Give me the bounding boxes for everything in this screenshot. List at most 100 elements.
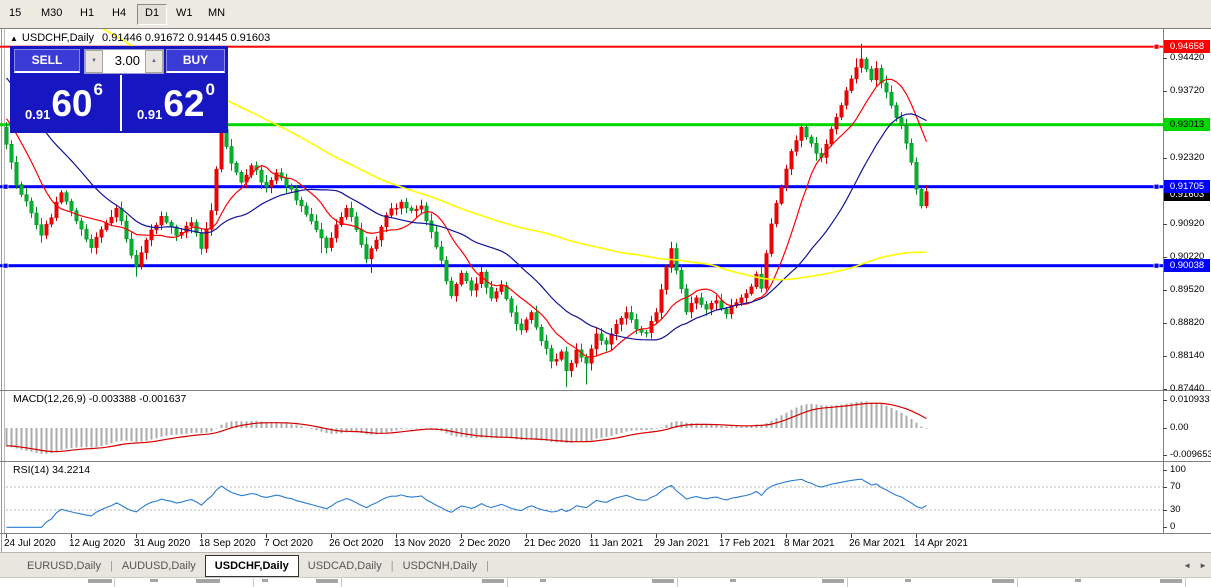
tab-audusd[interactable]: AUDUSD,Daily	[113, 557, 205, 576]
axis-tick	[1163, 455, 1167, 456]
price-axis[interactable]: 0.944200.937200.923200.909200.902200.895…	[1163, 28, 1211, 533]
rsi-axis-label: 100	[1170, 464, 1186, 475]
volume-down-icon[interactable]: ▼	[85, 50, 103, 73]
macd-label: MACD(12,26,9) -0.003388 -0.001637	[13, 393, 186, 405]
macd-axis-label: 0.00	[1170, 422, 1189, 433]
clipped-text-fragment	[482, 579, 504, 583]
axis-tick	[1163, 428, 1167, 429]
price-grid-label: 0.93720	[1170, 85, 1204, 96]
price-grid-label: 0.88140	[1170, 350, 1204, 361]
volume-up-icon[interactable]: ▲	[145, 50, 163, 73]
date-label: 21 Dec 2020	[524, 538, 581, 549]
column-separator	[847, 578, 848, 587]
axis-tick	[1163, 224, 1167, 225]
timeframe-button-15[interactable]: 15	[2, 4, 28, 23]
date-label: 17 Feb 2021	[719, 538, 775, 549]
chart-tabs: EURUSD,Daily|AUDUSD,DailyUSDCHF,DailyUSD…	[0, 552, 1211, 578]
tabs-scroll-left-icon[interactable]: ◄	[1183, 561, 1191, 570]
macd-axis-label: -0.009653	[1170, 449, 1211, 460]
clipped-text-fragment	[905, 579, 911, 582]
date-label: 31 Aug 2020	[134, 538, 190, 549]
axis-tick	[1163, 290, 1167, 291]
tab-usdcnh[interactable]: USDCNH,Daily	[394, 557, 487, 576]
column-separator	[253, 578, 254, 587]
date-label: 12 Aug 2020	[69, 538, 125, 549]
hline-price-label: 0.90038	[1164, 259, 1210, 272]
hline-price-label: 0.94658	[1164, 40, 1210, 53]
rsi-axis-label: 0	[1170, 521, 1175, 532]
volume-input[interactable]: 3.00	[103, 50, 145, 73]
timeframe-button-m30[interactable]: M30	[34, 4, 69, 23]
sell-button[interactable]: SELL	[14, 49, 80, 73]
axis-tick	[1163, 487, 1167, 488]
column-separator	[114, 578, 115, 587]
chart-title: ▲USDCHF,Daily0.91446 0.91672 0.91445 0.9…	[10, 32, 270, 44]
clipped-text-fragment	[88, 579, 112, 583]
date-label: 26 Oct 2020	[329, 538, 383, 549]
clipped-table-row	[0, 577, 1211, 587]
clipped-text-fragment	[1075, 579, 1081, 582]
date-label: 13 Nov 2020	[394, 538, 451, 549]
price-grid-label: 0.89520	[1170, 284, 1204, 295]
clipped-text-fragment	[992, 579, 1014, 583]
column-separator	[341, 578, 342, 587]
date-label: 26 Mar 2021	[849, 538, 905, 549]
one-click-trading-panel: SELL ▼ 3.00 ▲ BUY 0.91606 0.91620	[10, 46, 228, 133]
axis-tick	[1163, 356, 1167, 357]
column-separator	[1017, 578, 1018, 587]
price-grid-label: 0.94420	[1170, 52, 1204, 63]
price-grid-label: 0.88820	[1170, 317, 1204, 328]
clipped-text-fragment	[262, 579, 268, 582]
date-label: 29 Jan 2021	[654, 538, 709, 549]
clipped-text-fragment	[196, 579, 220, 583]
time-axis[interactable]: 24 Jul 202012 Aug 202031 Aug 202018 Sep …	[0, 538, 1163, 552]
date-label: 7 Oct 2020	[264, 538, 313, 549]
timeframe-button-h4[interactable]: H4	[105, 4, 133, 23]
axis-tick	[1163, 257, 1167, 258]
axis-tick	[1163, 323, 1167, 324]
chart-window: ▲USDCHF,Daily0.91446 0.91672 0.91445 0.9…	[0, 28, 1211, 552]
symbol-label: USDCHF,Daily	[22, 32, 94, 44]
tab-eurusd[interactable]: EURUSD,Daily	[18, 557, 110, 576]
rsi-axis-label: 30	[1170, 504, 1181, 515]
timeframe-button-mn[interactable]: MN	[201, 4, 232, 23]
rsi-axis-label: 70	[1170, 481, 1181, 492]
hline-price-label: 0.93013	[1164, 118, 1210, 131]
tab-separator: |	[486, 557, 489, 576]
buy-price[interactable]: 0.91620	[120, 75, 230, 131]
rsi-label: RSI(14) 34.2214	[13, 464, 90, 476]
clipped-text-fragment	[150, 579, 158, 582]
column-separator	[677, 578, 678, 587]
mt4-terminal: 15M30H1H4D1W1MN ▲USDCHF,Daily0.91446 0.9…	[0, 0, 1211, 587]
clipped-text-fragment	[540, 579, 546, 582]
price-grid-label: 0.90920	[1170, 218, 1204, 229]
axis-tick	[1163, 58, 1167, 59]
timeframe-toolbar: 15 M30H1H4D1W1MN	[0, 0, 1211, 29]
macd-axis-label: 0.010933	[1170, 394, 1210, 405]
axis-tick	[1163, 470, 1167, 471]
axis-tick	[1163, 400, 1167, 401]
hline-price-label: 0.91705	[1164, 180, 1210, 193]
axis-tick	[1163, 158, 1167, 159]
price-grid-label: 0.87440	[1170, 383, 1204, 394]
date-label: 2 Dec 2020	[459, 538, 510, 549]
sell-price[interactable]: 0.91606	[10, 75, 118, 131]
date-label: 8 Mar 2021	[784, 538, 835, 549]
collapse-arrow-icon[interactable]: ▲	[10, 34, 18, 43]
price-grid-label: 0.92320	[1170, 152, 1204, 163]
clipped-text-fragment	[652, 579, 674, 583]
date-label: 24 Jul 2020	[4, 538, 56, 549]
buy-button[interactable]: BUY	[166, 49, 225, 73]
volume-spinner: ▼ 3.00 ▲	[84, 49, 164, 74]
timeframe-button-d1[interactable]: D1	[137, 4, 167, 25]
clipped-text-fragment	[730, 579, 736, 582]
tab-usdchf[interactable]: USDCHF,Daily	[205, 555, 299, 577]
axis-tick	[1163, 510, 1167, 511]
date-label: 14 Apr 2021	[914, 538, 968, 549]
tab-usdcad[interactable]: USDCAD,Daily	[299, 557, 391, 576]
timeframe-button-w1[interactable]: W1	[169, 4, 200, 23]
axis-tick	[1163, 389, 1167, 390]
timeframe-button-h1[interactable]: H1	[73, 4, 101, 23]
clipped-text-fragment	[1160, 579, 1182, 583]
tabs-scroll-right-icon[interactable]: ►	[1199, 561, 1207, 570]
